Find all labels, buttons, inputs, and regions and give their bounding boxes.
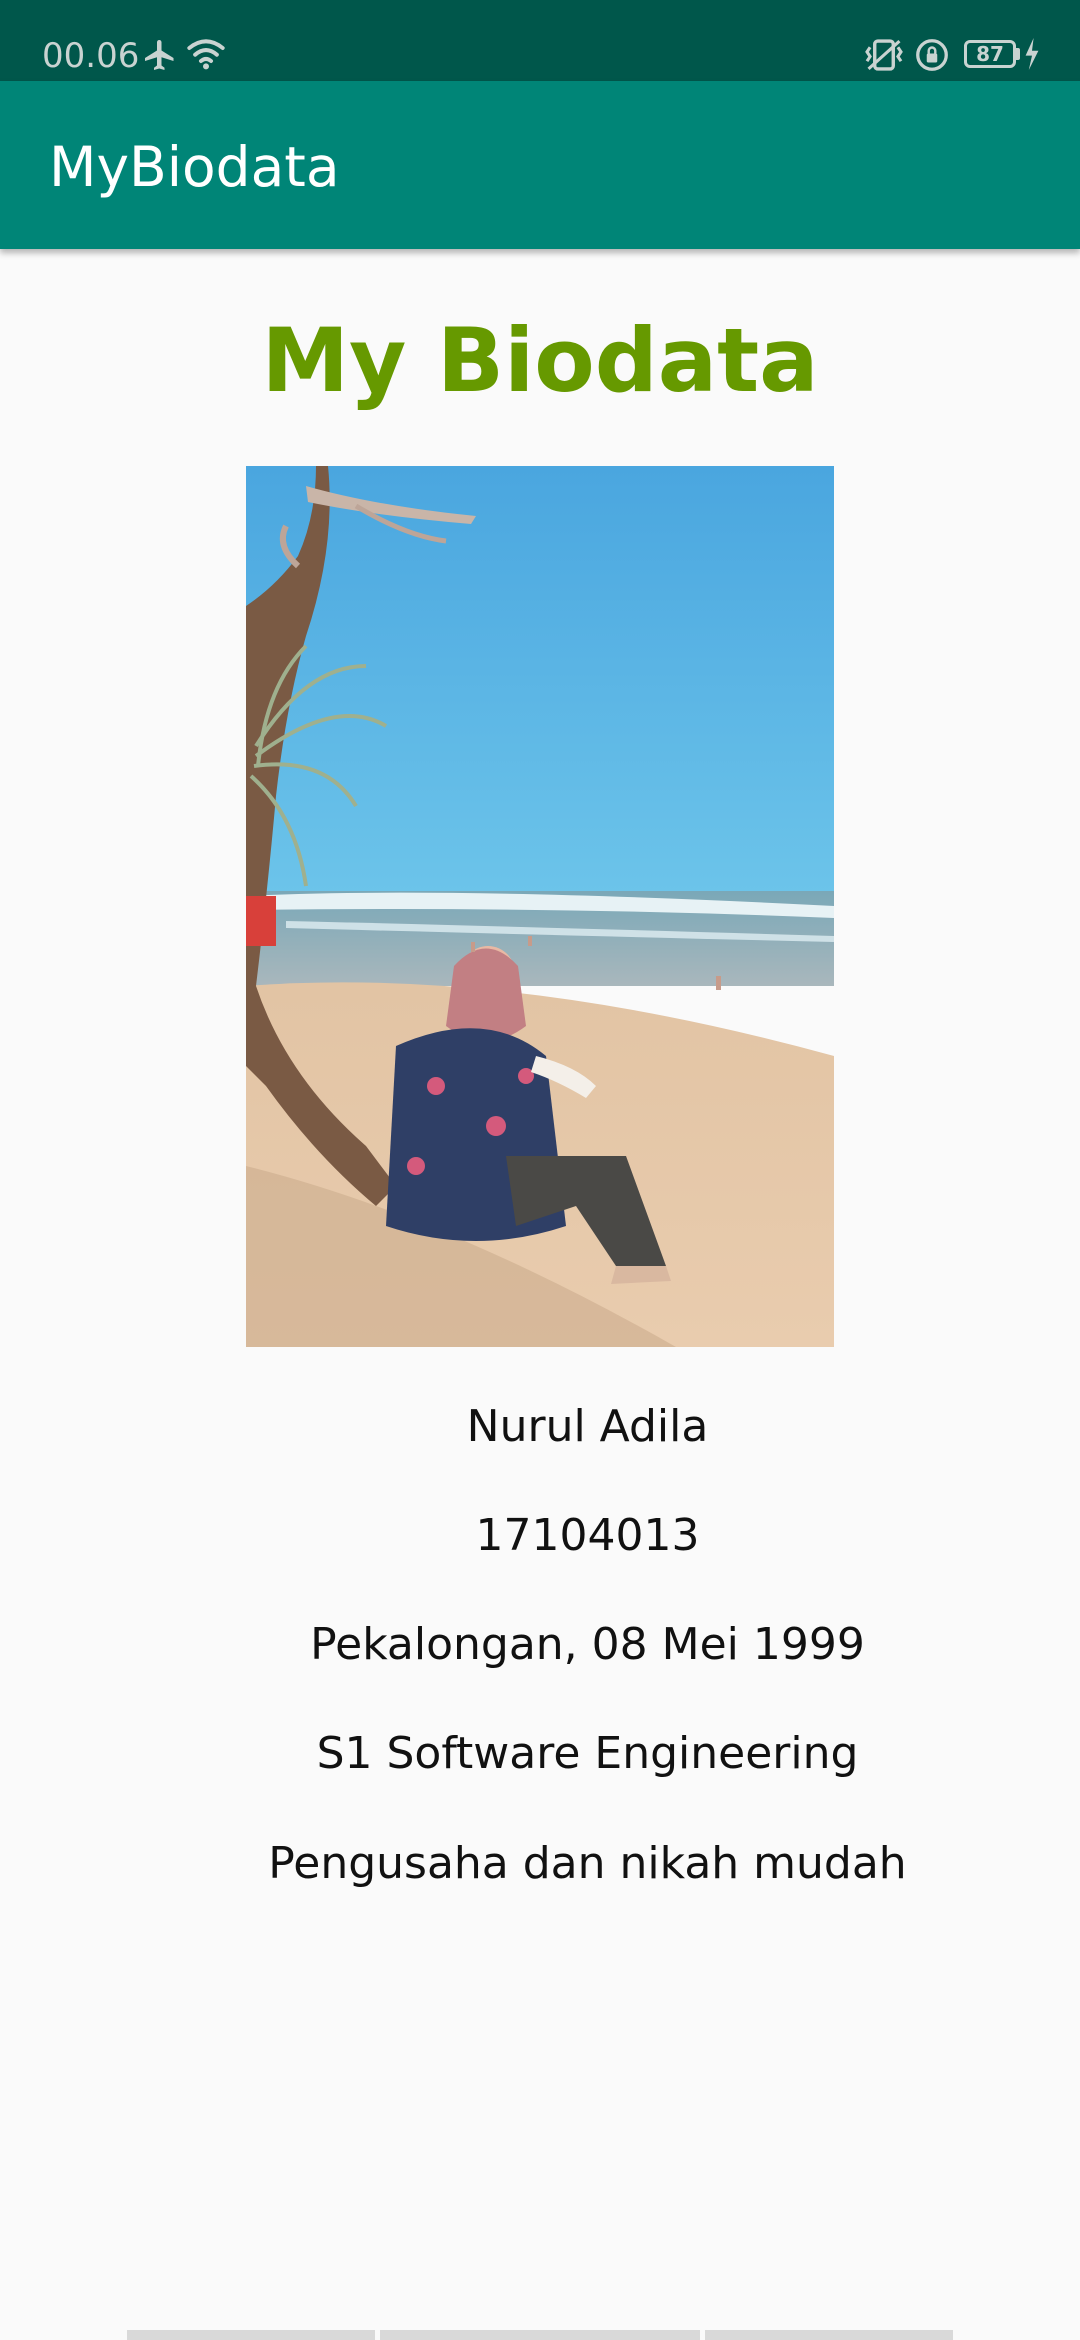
nav-bar-center[interactable] xyxy=(380,2330,700,2340)
airplane-icon xyxy=(145,40,174,70)
aspiration-text: Pengusaha dan nikah mudah xyxy=(268,1838,907,1889)
status-time: 00.06 xyxy=(42,36,140,76)
program-text: S1 Software Engineering xyxy=(316,1728,859,1779)
app-bar: MyBiodata xyxy=(0,81,1080,249)
wifi-icon xyxy=(187,39,225,70)
name-text: Nurul Adila xyxy=(466,1401,709,1452)
student-id-text: 17104013 xyxy=(475,1510,700,1561)
rotation-lock-icon xyxy=(916,39,948,71)
charging-icon xyxy=(1025,38,1039,70)
status-bar: 00.06 87 xyxy=(0,0,1080,81)
battery-icon: 87 xyxy=(964,40,1016,68)
nav-bar-left[interactable] xyxy=(127,2330,375,2340)
nav-bar-right[interactable] xyxy=(705,2330,953,2340)
app-title: MyBiodata xyxy=(49,135,340,199)
birth-text: Pekalongan, 08 Mei 1999 xyxy=(310,1619,865,1670)
profile-photo xyxy=(246,466,834,1347)
page-heading: My Biodata xyxy=(261,309,819,412)
vibrate-icon xyxy=(865,39,903,71)
battery-tip xyxy=(1016,48,1020,60)
